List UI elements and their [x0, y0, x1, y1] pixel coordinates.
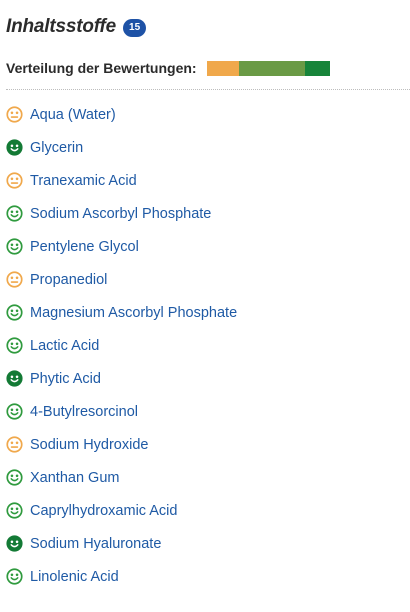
neutral-face-icon — [6, 436, 23, 453]
ingredient-link[interactable]: Caprylhydroxamic Acid — [30, 503, 177, 519]
divider — [6, 89, 410, 90]
ingredient-link[interactable]: Phytic Acid — [30, 371, 101, 387]
ingredient-link[interactable]: Linolenic Acid — [30, 569, 119, 585]
rating-distribution-label: Verteilung der Bewertungen: — [6, 60, 197, 76]
ingredient-link[interactable]: 4-Butylresorcinol — [30, 404, 138, 420]
ingredient-link[interactable]: Magnesium Ascorbyl Phosphate — [30, 305, 237, 321]
ingredient-item: Sodium Hyaluronate — [6, 527, 237, 560]
ingredient-item: Caprylhydroxamic Acid — [6, 494, 237, 527]
ingredient-link[interactable]: Xanthan Gum — [30, 470, 119, 486]
ingredient-item: Propanediol — [6, 263, 237, 296]
smile-face-icon — [6, 568, 23, 585]
rating-distribution: Verteilung der Bewertungen: — [6, 60, 330, 76]
ingredient-item: Sodium Hydroxide — [6, 428, 237, 461]
rating-distribution-bar — [206, 60, 330, 76]
ingredient-count-badge: 15 — [123, 19, 147, 37]
smile-face-icon — [6, 469, 23, 486]
ingredient-item: Lactic Acid — [6, 329, 237, 362]
ingredient-item: Sodium Ascorbyl Phosphate — [6, 197, 237, 230]
ingredients-header: Inhaltsstoffe 15 — [6, 16, 147, 38]
ingredient-link[interactable]: Aqua (Water) — [30, 107, 116, 123]
ingredient-item: Linolenic Acid — [6, 560, 237, 593]
distribution-segment-very-good — [304, 60, 330, 76]
smile-face-icon — [6, 304, 23, 321]
distribution-segment-neutral — [206, 60, 240, 76]
smile-face-icon — [6, 238, 23, 255]
ingredient-link[interactable]: Propanediol — [30, 272, 107, 288]
smile-face-icon — [6, 337, 23, 354]
ingredient-item: Magnesium Ascorbyl Phosphate — [6, 296, 237, 329]
grin-face-icon — [6, 370, 23, 387]
ingredient-item: Tranexamic Acid — [6, 164, 237, 197]
neutral-face-icon — [6, 271, 23, 288]
ingredient-item: 4-Butylresorcinol — [6, 395, 237, 428]
grin-face-icon — [6, 535, 23, 552]
distribution-segment-good — [239, 60, 305, 76]
grin-face-icon — [6, 139, 23, 156]
ingredient-link[interactable]: Pentylene Glycol — [30, 239, 139, 255]
neutral-face-icon — [6, 172, 23, 189]
ingredient-item: Pentylene Glycol — [6, 230, 237, 263]
ingredient-item: Xanthan Gum — [6, 461, 237, 494]
ingredient-link[interactable]: Tranexamic Acid — [30, 173, 137, 189]
ingredient-item: Phytic Acid — [6, 362, 237, 395]
smile-face-icon — [6, 205, 23, 222]
ingredient-link[interactable]: Sodium Hydroxide — [30, 437, 148, 453]
ingredient-link[interactable]: Glycerin — [30, 140, 83, 156]
ingredient-item: Aqua (Water) — [6, 98, 237, 131]
section-title: Inhaltsstoffe — [6, 16, 117, 37]
ingredient-link[interactable]: Sodium Ascorbyl Phosphate — [30, 206, 211, 222]
smile-face-icon — [6, 502, 23, 519]
ingredient-list: Aqua (Water) Glycerin Tranexamic Acid Sodiu… — [6, 98, 237, 593]
ingredient-link[interactable]: Lactic Acid — [30, 338, 99, 354]
ingredient-link[interactable]: Sodium Hyaluronate — [30, 536, 161, 552]
smile-face-icon — [6, 403, 23, 420]
ingredient-item: Glycerin — [6, 131, 237, 164]
neutral-face-icon — [6, 106, 23, 123]
